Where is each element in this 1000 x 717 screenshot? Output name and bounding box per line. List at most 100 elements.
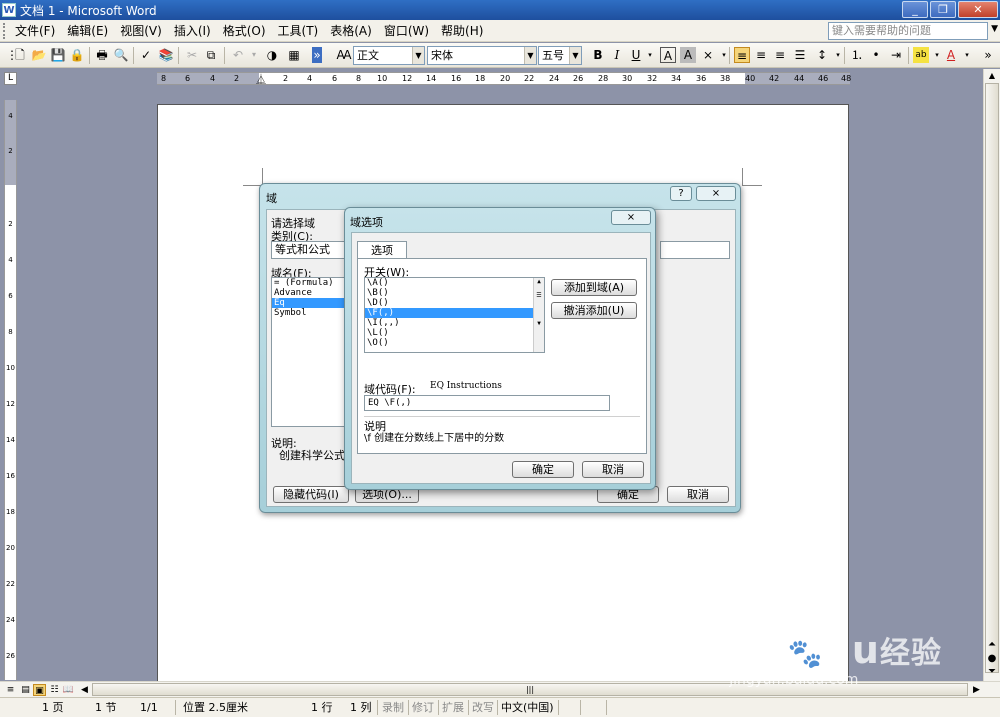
scroll-right-icon[interactable]: ▶ — [970, 684, 983, 696]
next-page-icon[interactable]: ⏷ — [985, 666, 999, 678]
add-to-field-button[interactable]: 添加到域(A) — [551, 279, 637, 296]
list-item[interactable]: = (Formula) — [272, 278, 344, 288]
table-icon[interactable]: ▦ — [286, 47, 302, 63]
list-item[interactable]: \A() — [365, 278, 544, 288]
help-icon[interactable]: ? — [670, 186, 692, 201]
justify-icon[interactable]: ☰ — [792, 47, 808, 63]
numbered-list-icon[interactable]: ⒈ — [849, 47, 865, 63]
reading-view-icon[interactable]: 📖 — [62, 684, 75, 696]
list-item[interactable]: \O() — [365, 338, 544, 348]
list-item[interactable]: \D() — [365, 298, 544, 308]
menu-edit[interactable]: 编辑(E) — [61, 21, 114, 41]
print-preview-icon[interactable]: 🔍 — [113, 47, 129, 63]
horizontal-ruler[interactable]: L 8 6 4 2 ⏅ 2 4 6 8 10 12 14 16 18 20 22… — [0, 69, 1000, 89]
select-browse-icon[interactable]: ● — [985, 653, 999, 665]
toolbar-options-icon[interactable]: » — [312, 47, 322, 63]
restore-button[interactable]: ❐ — [930, 1, 956, 18]
permission-icon[interactable]: 🔒 — [69, 47, 85, 63]
list-item[interactable]: \F(,) — [365, 308, 544, 318]
list-item[interactable]: \I(,,) — [365, 318, 544, 328]
new-document-icon[interactable]: 🗋 — [12, 47, 28, 63]
menu-view[interactable]: 视图(V) — [114, 21, 168, 41]
vertical-ruler[interactable]: 4 2 2 4 6 8 10 12 14 16 18 20 22 24 26 — [4, 100, 17, 680]
close-button[interactable]: ✕ — [958, 1, 998, 18]
save-icon[interactable]: 💾 — [50, 47, 66, 63]
chevron-down-icon[interactable]: ▼ — [991, 24, 998, 34]
char-border-button[interactable]: A — [660, 47, 676, 63]
help-question-input[interactable]: 键入需要帮助的问题 — [828, 22, 988, 40]
chevron-down-icon[interactable]: ▼ — [524, 47, 536, 64]
menu-table[interactable]: 表格(A) — [324, 21, 378, 41]
menu-help[interactable]: 帮助(H) — [435, 21, 489, 41]
spelling-icon[interactable]: ✓ — [138, 47, 154, 63]
print-view-icon[interactable]: ▣ — [33, 684, 46, 696]
styles-icon[interactable]: Ꜳ — [336, 47, 352, 63]
indent-marker-icon[interactable]: ⏅ — [256, 71, 266, 86]
status-record[interactable]: 录制 — [382, 701, 404, 715]
chevron-down-icon[interactable]: ▼ — [412, 47, 424, 64]
zoom-icon[interactable]: ◑ — [264, 47, 280, 63]
indent-icon[interactable]: ⇥ — [888, 47, 904, 63]
scroll-up-icon[interactable]: ▲ — [985, 70, 999, 82]
cancel-button[interactable]: 取消 — [667, 486, 729, 503]
bold-button[interactable]: B — [590, 47, 606, 63]
italic-button[interactable]: I — [609, 47, 625, 63]
align-left-icon[interactable]: ≡ — [734, 47, 750, 63]
status-overtype[interactable]: 改写 — [472, 701, 494, 715]
cut-icon[interactable]: ✂ — [184, 47, 200, 63]
normal-view-icon[interactable]: ≡ — [4, 684, 17, 696]
outline-view-icon[interactable]: ☷ — [48, 684, 61, 696]
bullet-list-icon[interactable]: • — [868, 47, 884, 63]
minimize-button[interactable]: _ — [902, 1, 928, 18]
menu-tools[interactable]: 工具(T) — [272, 21, 325, 41]
list-scrollbar[interactable]: ▲ ☰ ▼ — [533, 278, 544, 352]
list-item[interactable]: \L() — [365, 328, 544, 338]
line-spacing-icon[interactable]: ↕ — [814, 47, 830, 63]
chevron-down-icon[interactable]: ▾ — [959, 47, 975, 63]
vertical-scrollbar[interactable]: ▲ ⏶ ● ⏷ — [983, 69, 1000, 681]
chevron-down-icon[interactable]: ▾ — [246, 47, 262, 63]
copy-icon[interactable]: ⧉ — [203, 47, 219, 63]
field-code-input[interactable]: EQ \F(,) — [364, 395, 610, 411]
menu-format[interactable]: 格式(O) — [217, 21, 272, 41]
list-item[interactable]: Advance — [272, 288, 344, 298]
menu-file[interactable]: 文件(F) — [9, 21, 61, 41]
tab-stop-selector[interactable]: L — [4, 72, 17, 85]
font-color-button[interactable]: A — [943, 47, 959, 63]
print-icon[interactable]: 🖶 — [94, 47, 110, 63]
size-combo[interactable]: 五号 ▼ — [538, 46, 582, 65]
highlight-button[interactable]: ab — [913, 47, 929, 63]
status-extend[interactable]: 扩展 — [442, 701, 464, 715]
list-item[interactable]: \B() — [365, 288, 544, 298]
align-center-icon[interactable]: ≡ — [753, 47, 769, 63]
chevron-down-icon[interactable]: ▾ — [642, 47, 658, 63]
list-item[interactable]: Eq — [272, 298, 344, 308]
tab-options[interactable]: 选项 — [357, 241, 407, 259]
undo-icon[interactable]: ↶ — [230, 47, 246, 63]
style-combo[interactable]: 正文 ▼ — [353, 46, 425, 65]
paste-icon[interactable]: ⨯ — [700, 47, 716, 63]
switches-list[interactable]: \A() \B() \D() \F(,) \I(,,) \L() \O() ▲ ☰… — [364, 277, 545, 353]
word-doc-icon[interactable]: W — [2, 3, 16, 17]
category-select-tail[interactable] — [660, 241, 730, 259]
web-view-icon[interactable]: ▤ — [19, 684, 32, 696]
chevron-down-icon[interactable]: ▼ — [569, 47, 581, 64]
ok-button[interactable]: 确定 — [512, 461, 574, 478]
close-icon[interactable]: ⨯ — [611, 210, 651, 225]
menu-insert[interactable]: 插入(I) — [168, 21, 217, 41]
field-name-list[interactable]: = (Formula) Advance Eq Symbol — [271, 277, 345, 427]
menu-window[interactable]: 窗口(W) — [378, 21, 435, 41]
cancel-button[interactable]: 取消 — [582, 461, 644, 478]
undo-add-button[interactable]: 撤消添加(U) — [551, 302, 637, 319]
previous-page-icon[interactable]: ⏶ — [985, 639, 999, 651]
open-folder-icon[interactable]: 📂 — [31, 47, 47, 63]
scroll-left-icon[interactable]: ◀ — [78, 684, 91, 696]
category-select[interactable]: 等式和公式 — [271, 241, 345, 259]
list-item[interactable]: Symbol — [272, 308, 344, 318]
hide-codes-button[interactable]: 隐藏代码(I) — [273, 486, 349, 503]
scroll-thumb[interactable] — [985, 83, 999, 673]
font-combo[interactable]: 宋体 ▼ — [427, 46, 537, 65]
char-shading-button[interactable]: A — [680, 47, 696, 63]
status-track-changes[interactable]: 修订 — [412, 701, 434, 715]
align-right-icon[interactable]: ≡ — [772, 47, 788, 63]
